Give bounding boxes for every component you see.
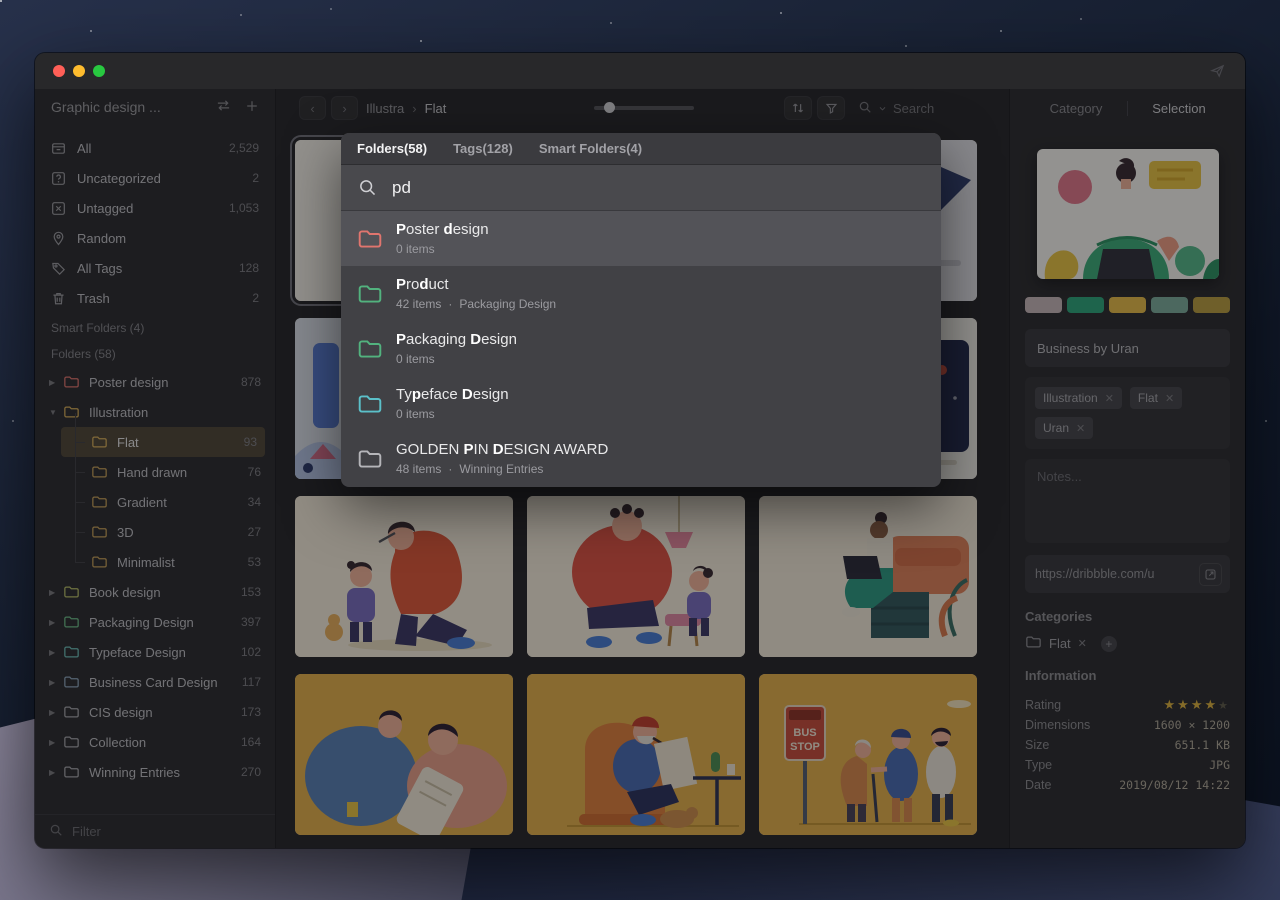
result-meta: 0 items: [396, 352, 517, 366]
folder-icon: [357, 393, 383, 415]
zoom-window-button[interactable]: [93, 65, 105, 77]
dropdown-tab-folders[interactable]: Folders(58): [357, 141, 427, 156]
result-item-count: 0 items: [396, 352, 435, 366]
result-parent-folder: Packaging Design: [459, 297, 556, 311]
result-item-count: 0 items: [396, 407, 435, 421]
folder-icon: [357, 338, 383, 360]
result-folder-name: Product: [396, 276, 556, 294]
folder-icon: [357, 228, 383, 250]
result-folder-name: Poster design: [396, 221, 489, 239]
result-folder-name: GOLDEN PIN DESIGN AWARD: [396, 441, 608, 459]
result-folder-name: Typeface Design: [396, 386, 509, 404]
result-parent-folder: Winning Entries: [459, 462, 543, 476]
dropdown-result-row[interactable]: Packaging Design 0 items: [341, 321, 941, 376]
result-item-count: 0 items: [396, 242, 435, 256]
wallpaper-stars: [0, 0, 2, 2]
result-meta: 0 items: [396, 242, 489, 256]
dot-separator: ·: [448, 462, 452, 476]
dropdown-results-list: Poster design 0 items Product 42 items · Pack…: [341, 211, 941, 487]
dropdown-tab-smart-folders[interactable]: Smart Folders(4): [539, 141, 642, 156]
dropdown-result-row[interactable]: Typeface Design 0 items: [341, 376, 941, 431]
dropdown-search-query[interactable]: pd: [392, 178, 411, 198]
close-window-button[interactable]: [53, 65, 65, 77]
dropdown-result-row[interactable]: GOLDEN PIN DESIGN AWARD 48 items · Winning …: [341, 431, 941, 486]
result-meta: 48 items · Winning Entries: [396, 462, 608, 476]
minimize-window-button[interactable]: [73, 65, 85, 77]
result-meta: 42 items · Packaging Design: [396, 297, 556, 311]
app-window: Graphic design ... All2,529Uncategorized…: [35, 53, 1245, 848]
folder-icon: [357, 283, 383, 305]
result-meta: 0 items: [396, 407, 509, 421]
dropdown-result-row[interactable]: Poster design 0 items: [341, 211, 941, 266]
dropdown-tab-tags[interactable]: Tags(128): [453, 141, 513, 156]
result-item-count: 42 items: [396, 297, 441, 311]
dropdown-tabs: Folders(58) Tags(128) Smart Folders(4): [341, 133, 941, 165]
result-folder-name: Packaging Design: [396, 331, 517, 349]
dot-separator: ·: [448, 297, 452, 311]
folder-icon: [357, 448, 383, 470]
feedback-icon[interactable]: [1210, 63, 1225, 83]
result-item-count: 48 items: [396, 462, 441, 476]
titlebar[interactable]: [35, 53, 1245, 89]
dropdown-result-row[interactable]: Product 42 items · Packaging Design: [341, 266, 941, 321]
desktop: Graphic design ... All2,529Uncategorized…: [0, 0, 1280, 900]
search-icon: [358, 178, 377, 197]
folder-search-dropdown: Folders(58)Tags(128)Smart Folders(4) pd …: [341, 133, 941, 487]
dropdown-search-field[interactable]: pd: [341, 165, 941, 211]
